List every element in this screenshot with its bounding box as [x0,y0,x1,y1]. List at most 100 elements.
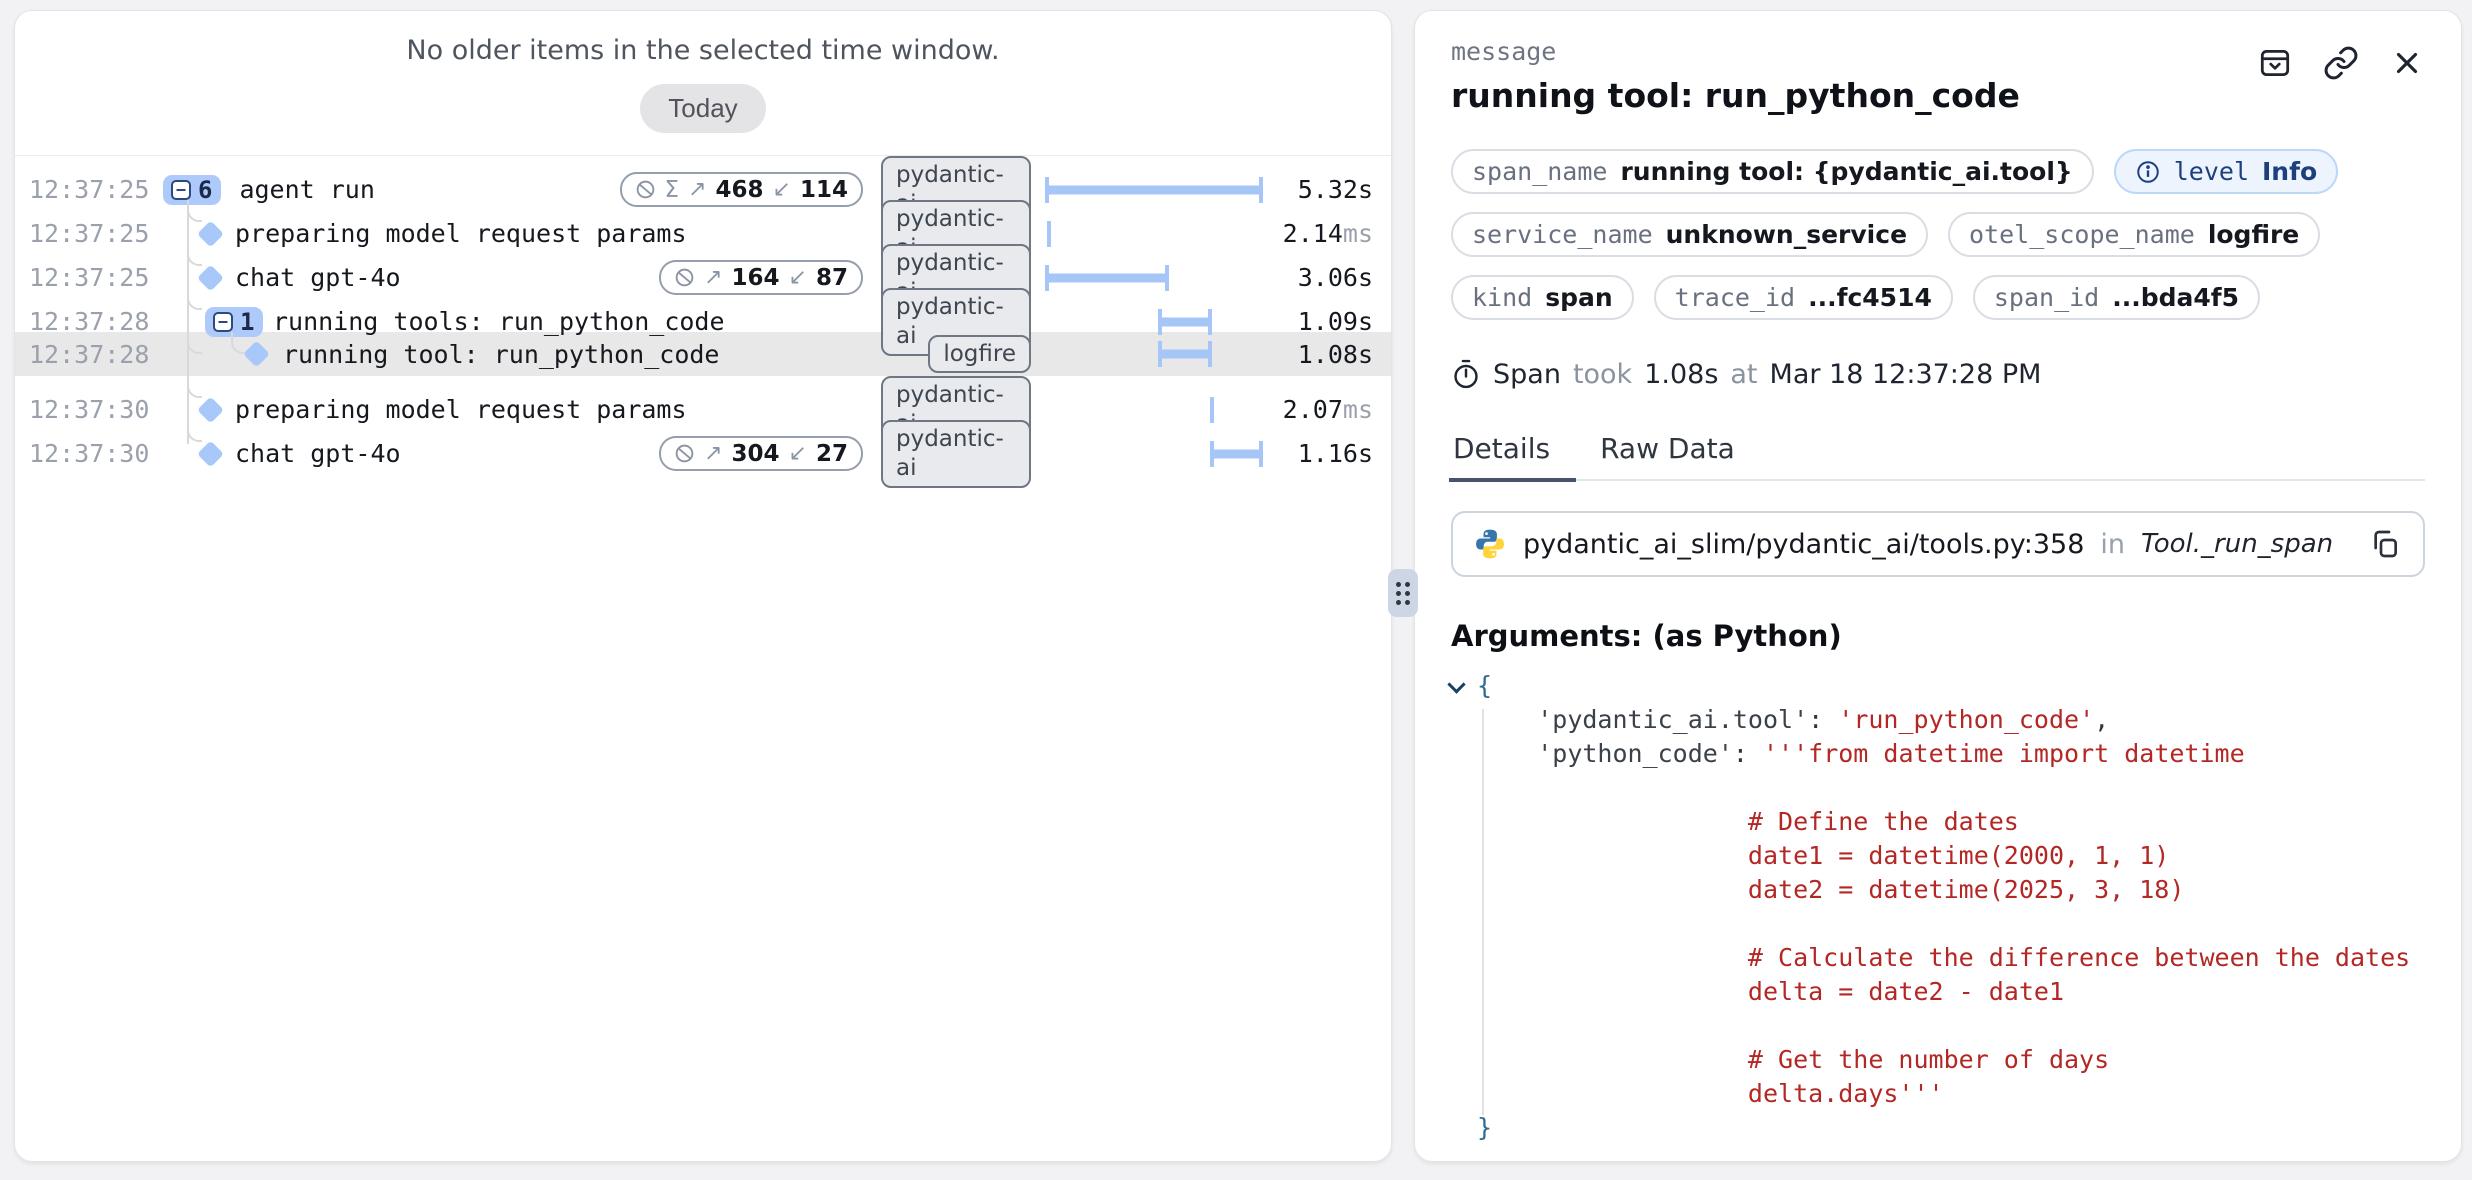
no-older-items-message: No older items in the selected time wind… [15,35,1391,66]
code-line [1451,907,2425,941]
timeline-bar-cap [1259,177,1263,203]
code-line: 'python_code': '''from datetime import d… [1451,737,2425,771]
trace-list-panel: No older items in the selected time wind… [14,10,1392,1162]
python-icon [1473,527,1507,561]
timeline-bar-cap [1158,341,1162,367]
token-coin-icon [674,443,695,464]
copy-link-icon[interactable] [2323,45,2359,81]
source-path: pydantic_ai_slim/pydantic_ai/tools.py:35… [1523,529,2084,560]
code-segment: : [1808,705,1838,734]
attribute-key: span_id [1994,283,2099,312]
trace-row-timestamp: 12:37:25 [29,219,161,248]
attribute-value: ...bda4f5 [2112,283,2239,312]
tokens-down-icon: ↙ [789,265,807,290]
timeline-tick [1047,221,1051,247]
attribute-pill-level[interactable]: levelInfo [2114,149,2338,194]
attribute-key: otel_scope_name [1969,220,2195,249]
trace-row[interactable]: 12:37:281running tools: run_python_codep… [15,288,1391,332]
trace-row-timestamp: 12:37:30 [29,395,161,424]
code-line: # Get the number of days [1451,1043,2425,1077]
attribute-key: service_name [1472,220,1653,249]
attribute-pill-span_name[interactable]: span_namerunning tool: {pydantic_ai.tool… [1451,149,2094,194]
tree-elbow [187,420,202,442]
today-button[interactable]: Today [640,84,765,133]
span-diamond-icon [243,341,270,368]
tokens-up-icon: ↗ [704,441,722,466]
copy-path-icon[interactable] [2367,526,2403,562]
source-function: Tool._run_span [2141,529,2333,559]
arguments-heading: Arguments: (as Python) [1451,619,2425,653]
trace-list-header: No older items in the selected time wind… [15,11,1391,156]
attribute-pill-service_name[interactable]: service_name unknown_service [1451,212,1928,257]
token-coin-icon [635,179,656,200]
attribute-pill-row: span_namerunning tool: {pydantic_ai.tool… [1451,149,2425,194]
trace-row-name: chat gpt-4o [161,420,659,488]
attribute-key: kind [1472,283,1532,312]
timing-timestamp: Mar 18 12:37:28 PM [1770,359,2042,390]
timeline-bar-cap [1210,441,1214,467]
trace-row-duration: 1.09s [1298,307,1373,336]
timing-word: Span [1493,359,1561,390]
tokens-up-icon: ↗ [688,177,706,202]
trace-row[interactable]: 12:37:30preparing model request paramspy… [15,376,1391,420]
attribute-pill-span_id[interactable]: span_id ...bda4f5 [1973,275,2260,320]
trace-row-label: running tool: run_python_code [283,340,720,369]
attribute-pill-kind[interactable]: kindspan [1451,275,1634,320]
code-segment: date1 = datetime(2000, 1, 1) [1477,841,2169,870]
code-line [1451,1009,2425,1043]
trace-row[interactable]: 12:37:25preparing model request paramspy… [15,200,1391,244]
trace-row[interactable]: 12:37:256agent runΣ↗468↙114pydantic-ai5.… [15,156,1391,200]
attribute-key: level [2174,157,2249,186]
tokens-down-icon: ↙ [773,177,791,202]
code-segment [1477,739,1537,768]
tokens-down-icon: ↙ [789,441,807,466]
attribute-value: logfire [2208,220,2299,249]
trace-row-duration: 2.14ms [1283,219,1373,248]
timeline-bar-cap [1165,265,1169,291]
tokens-up-icon: ↗ [704,265,722,290]
source-location[interactable]: pydantic_ai_slim/pydantic_ai/tools.py:35… [1451,511,2425,577]
timeline-bar [1047,273,1167,282]
duration-timeline [1047,420,1261,488]
tab-details[interactable]: Details [1451,428,1552,479]
trace-row-duration: 1.16s [1298,439,1373,468]
tree-elbow [187,376,202,398]
trace-row-timestamp: 12:37:30 [29,439,161,468]
collapse-chevron-icon[interactable] [1449,676,1463,690]
code-segment: 'python_code' [1537,739,1733,768]
tree-elbow [231,332,246,354]
span-diamond-icon [197,440,224,467]
collapse-icon[interactable] [170,179,192,201]
code-line: 'pydantic_ai.tool': 'run_python_code', [1451,703,2425,737]
trace-row-label: chat gpt-4o [235,439,401,468]
scope-badge[interactable]: pydantic-ai [881,420,1031,488]
attribute-value: unknown_service [1666,220,1907,249]
trace-row[interactable]: 12:37:28running tool: run_python_codelog… [15,332,1391,376]
timeline-bar [1047,185,1261,194]
detail-header-actions [2257,45,2425,81]
tokens-in: 164 [732,265,780,291]
info-icon [2135,159,2161,185]
panel-resize-handle[interactable] [1388,569,1418,617]
timing-duration: 1.08s [1644,359,1718,390]
tab-raw-data[interactable]: Raw Data [1598,428,1737,479]
drag-dots-icon [1396,582,1410,605]
tree-elbow [187,244,202,266]
dock-panel-icon[interactable] [2257,45,2293,81]
scope-badge[interactable]: logfire [928,335,1031,374]
code-segment: : [1733,739,1763,768]
attribute-pill-otel_scope_name[interactable]: otel_scope_name logfire [1948,212,2320,257]
span-detail-panel: message running tool: run_python_code sp [1414,10,2462,1162]
code-line: # Define the dates [1451,805,2425,839]
child-count: 6 [198,178,212,202]
trace-rows: 12:37:256agent runΣ↗468↙114pydantic-ai5.… [15,156,1391,464]
trace-row-duration: 1.08s [1298,340,1373,369]
attribute-pill-trace_id[interactable]: trace_id...fc4514 [1654,275,1953,320]
trace-row-timestamp: 12:37:28 [29,307,161,336]
attribute-key: span_name [1472,157,1607,186]
close-icon[interactable] [2389,45,2425,81]
span-attributes: span_namerunning tool: {pydantic_ai.tool… [1451,149,2425,320]
token-coin-icon [674,267,695,288]
code-segment: # Calculate the difference between the d… [1477,943,2410,972]
collapse-icon[interactable] [212,311,234,333]
